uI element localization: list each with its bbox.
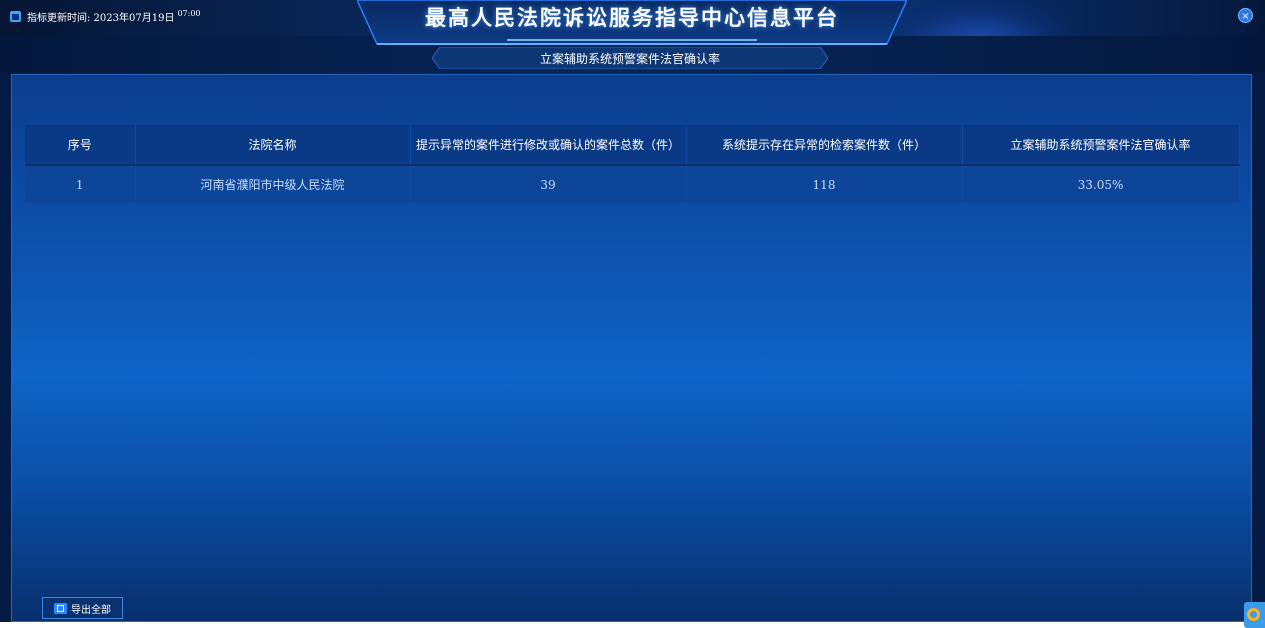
table-header-row: 序号 法院名称 提示异常的案件进行修改或确认的案件总数（件） 系统提示存在异常的… (25, 125, 1240, 166)
close-button[interactable]: × (1238, 8, 1253, 23)
export-all-label: 导出全部 (71, 604, 111, 616)
bottom-strip (0, 622, 1265, 628)
data-table: 序号 法院名称 提示异常的案件进行修改或确认的案件总数（件） 系统提示存在异常的… (25, 125, 1240, 203)
export-all-button[interactable]: 导出全部 (42, 597, 123, 619)
cell-confirmed-total-link[interactable]: 39 (410, 165, 687, 203)
column-header-court: 法院名称 (135, 125, 411, 166)
update-time-label: 指标更新时间: 2023年07月19日 (27, 13, 175, 24)
cell-index: 1 (25, 165, 136, 203)
close-icon: × (1241, 11, 1250, 22)
excel-icon (54, 602, 67, 614)
column-header-confirmed-total: 提示异常的案件进行修改或确认的案件总数（件） (410, 125, 687, 166)
update-time-value: 07:00 (177, 9, 201, 18)
update-time: 指标更新时间: 2023年07月19日 07:00 (10, 9, 201, 24)
cell-flagged-total-link[interactable]: 118 (686, 165, 963, 203)
column-header-flagged-total: 系统提示存在异常的检索案件数（件） (686, 125, 963, 166)
table-row: 1 河南省濮阳市中级人民法院 39 118 33.05% (25, 165, 1240, 203)
browser-extension-logo-icon[interactable] (1244, 602, 1265, 628)
column-header-index: 序号 (25, 125, 136, 166)
cell-rate: 33.05% (962, 165, 1240, 203)
cell-court-name: 河南省濮阳市中级人民法院 (135, 165, 411, 203)
column-header-rate: 立案辅助系统预警案件法官确认率 (962, 125, 1240, 166)
calendar-icon (10, 11, 21, 22)
page-subtitle: 立案辅助系统预警案件法官确认率 (539, 52, 720, 66)
page-title: 最高人民法院诉讼服务指导中心信息平台 (425, 6, 839, 30)
